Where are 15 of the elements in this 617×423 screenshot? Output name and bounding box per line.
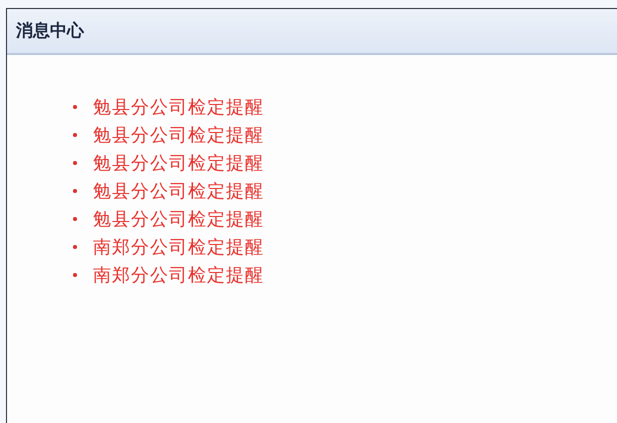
bullet-icon: [73, 245, 77, 249]
bullet-icon: [73, 189, 77, 193]
bullet-icon: [73, 161, 77, 165]
message-link[interactable]: 南郑分公司检定提醒: [93, 234, 264, 260]
message-link[interactable]: 勉县分公司检定提醒: [93, 122, 264, 148]
bullet-icon: [73, 273, 77, 277]
message-link[interactable]: 南郑分公司检定提醒: [93, 262, 264, 288]
message-link[interactable]: 勉县分公司检定提醒: [93, 206, 264, 232]
message-link[interactable]: 勉县分公司检定提醒: [93, 94, 264, 120]
message-link[interactable]: 勉县分公司检定提醒: [93, 150, 264, 176]
bullet-icon: [73, 133, 77, 137]
message-link[interactable]: 勉县分公司检定提醒: [93, 178, 264, 204]
bullet-icon: [73, 217, 77, 221]
panel-title: 消息中心: [16, 20, 84, 42]
bullet-icon: [73, 105, 77, 109]
